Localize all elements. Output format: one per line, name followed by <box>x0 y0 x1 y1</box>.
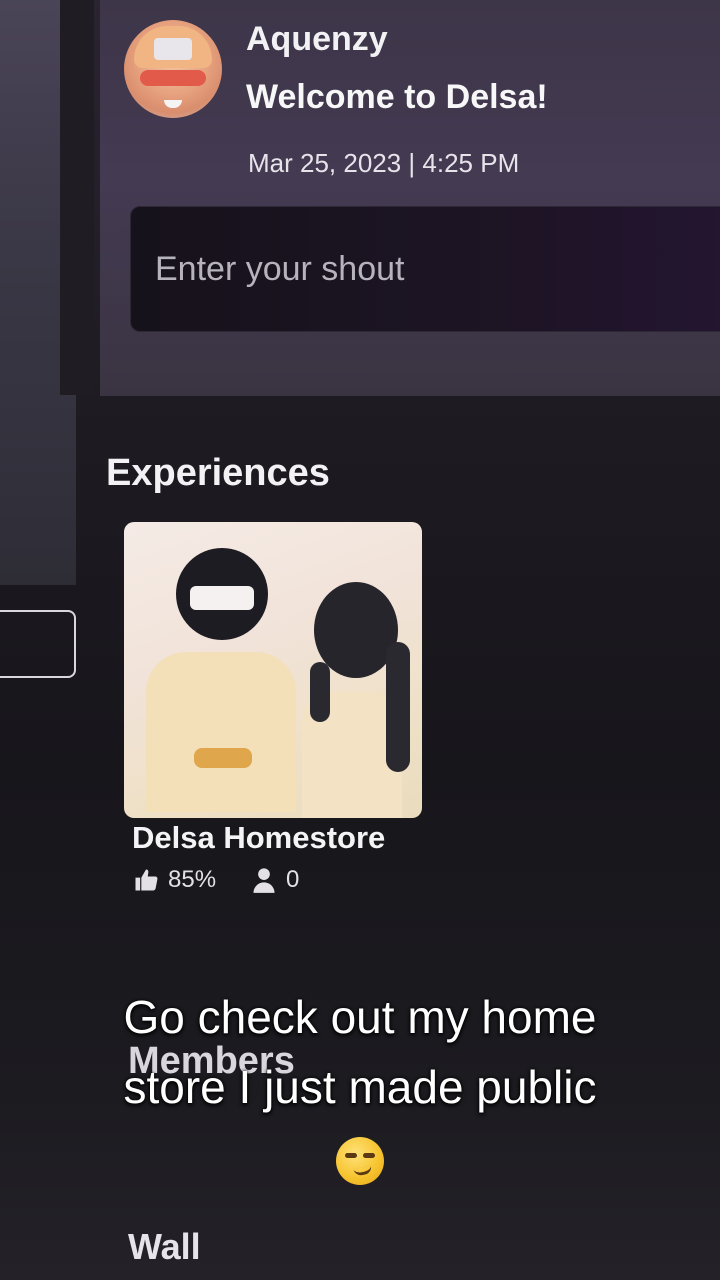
shout-input[interactable] <box>130 206 720 332</box>
experiences-heading: Experiences <box>106 452 330 494</box>
rating-stat: 85% <box>132 866 216 894</box>
video-caption: Go check out my home store I just made p… <box>0 982 720 1192</box>
experience-card[interactable]: Delsa Homestore 85% 0 <box>124 522 424 902</box>
wall-heading: Wall <box>128 1226 201 1267</box>
players-stat: 0 <box>250 866 299 894</box>
shout-username[interactable]: Aquenzy <box>246 20 388 59</box>
player-icon <box>253 868 275 893</box>
smirking-face-emoji <box>336 1136 384 1185</box>
experience-name[interactable]: Delsa Homestore <box>132 820 385 856</box>
shout-timestamp: Mar 25, 2023 | 4:25 PM <box>248 148 520 178</box>
sidebar-divider <box>60 0 94 395</box>
caption-line-1: Go check out my home <box>123 991 597 1043</box>
experience-thumbnail[interactable] <box>124 522 422 818</box>
experience-stats: 85% 0 <box>132 866 299 894</box>
sidebar-button[interactable] <box>0 610 76 678</box>
shout-message: Welcome to Delsa! <box>246 78 548 116</box>
avatar[interactable] <box>124 20 222 118</box>
rating-value: 85% <box>168 866 217 893</box>
thumbs-up-icon <box>135 869 158 891</box>
caption-line-2: store I just made public <box>123 1061 597 1113</box>
players-value: 0 <box>286 866 300 893</box>
